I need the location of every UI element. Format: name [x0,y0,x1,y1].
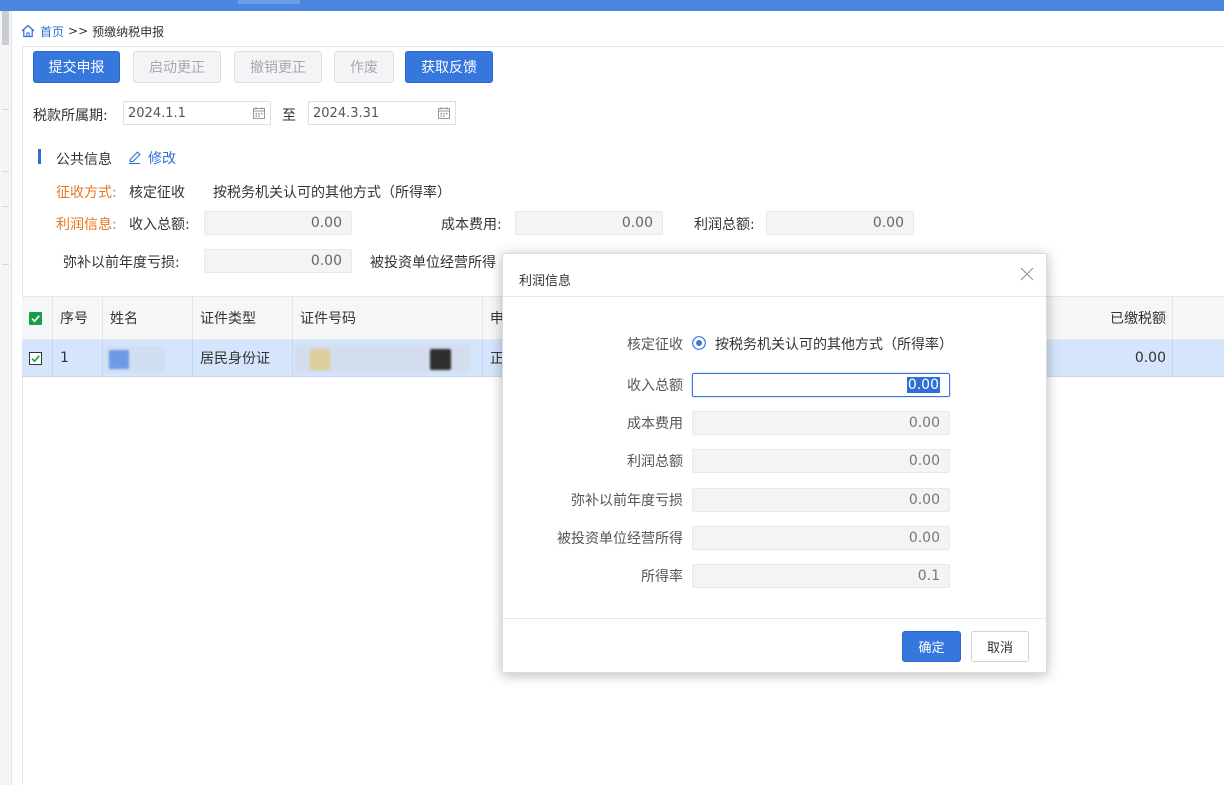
period-to-label: 至 [282,108,296,124]
dialog-income-value: 0.00 [906,377,940,393]
period-start-value: 2024.1.1 [128,105,186,121]
dialog-profit-total-field[interactable]: 0.00 [692,449,950,473]
row-seq: 1 [53,340,103,376]
start-correction-button[interactable]: 启动更正 [133,51,221,83]
header-paid-tax: 已缴税额 [1048,297,1173,339]
row-name-redacted [103,340,193,376]
edit-icon[interactable] [127,150,142,165]
home-icon[interactable] [20,23,36,39]
tax-period-label: 税款所属期: [33,108,108,124]
dialog-income-input[interactable]: 0.00 [692,373,950,397]
dialog-cost-label: 成本费用 [627,416,683,432]
header-select-all[interactable] [22,297,53,339]
investee-income-label: 被投资单位经营所得 [370,255,496,271]
income-total-label: 收入总额: [129,217,190,233]
dialog-footer-divider [503,618,1046,619]
cost-label: 成本费用: [441,217,502,233]
dialog-loss-offset-label: 弥补以前年度亏损 [571,493,683,509]
dialog-title: 利润信息 [519,274,572,289]
dialog-cost-field[interactable]: 0.00 [692,411,950,435]
dialog-investee-income-label: 被投资单位经营所得 [557,531,683,547]
row-select[interactable] [22,340,53,376]
period-end-value: 2024.3.31 [313,105,380,121]
cancel-button[interactable]: 取消 [971,631,1029,662]
left-nav-divider [2,206,9,207]
row-paid-tax: 0.00 [1048,340,1173,376]
period-end-input[interactable]: 2024.3.31 [308,101,456,125]
public-info-title: 公共信息 [56,152,112,168]
section-marker [38,149,41,164]
collection-method-value: 核定征收 [129,185,185,201]
close-icon[interactable] [1020,267,1034,281]
header-name: 姓名 [103,297,193,339]
left-nav-divider [2,264,9,265]
collection-method-detail: 按税务机关认可的其他方式（所得率） [213,185,451,201]
void-button[interactable]: 作废 [334,51,394,83]
cancel-correction-button[interactable]: 撤销更正 [234,51,322,83]
row-id-number-redacted [293,340,483,376]
row-extra [1173,340,1224,376]
confirm-button[interactable]: 确定 [902,631,961,662]
checkbox-checked-icon[interactable] [29,351,42,365]
calendar-icon[interactable] [253,107,265,119]
content-left-border [22,46,23,785]
left-nav-divider [2,109,9,110]
breadcrumb-separator: >> [68,24,89,38]
redaction-block [430,349,451,370]
redaction-block [105,346,165,373]
header-id-number: 证件号码 [293,297,483,339]
get-feedback-button[interactable]: 获取反馈 [405,51,493,83]
profit-info-label: 利润信息: [56,217,117,233]
profit-total-label: 利润总额: [694,217,755,233]
tab-stub [238,0,300,4]
redaction-block [310,349,330,370]
income-total-field[interactable]: 0.00 [204,211,352,235]
left-nav-divider [2,171,9,172]
profit-info-dialog[interactable]: 利润信息 核定征收 按税务机关认可的其他方式（所得率） 收入总额 0.00 成本… [502,253,1047,673]
radio-selected-icon[interactable] [692,336,706,350]
breadcrumb-divider [22,46,1224,47]
row-id-type: 居民身份证 [193,340,293,376]
collection-method-label: 征收方式: [56,185,117,201]
cost-field[interactable]: 0.00 [515,211,663,235]
checkbox-checked-icon[interactable] [29,311,42,325]
breadcrumb-current: 预缴纳税申报 [92,24,165,39]
edit-link[interactable]: 修改 [148,148,176,168]
loss-offset-label: 弥补以前年度亏损: [63,255,180,271]
header-extra [1173,297,1224,339]
breadcrumb: 首页 >> 预缴纳税申报 [20,22,164,40]
breadcrumb-home-link[interactable]: 首页 [40,23,64,40]
method-label: 核定征收 [627,337,683,353]
dialog-income-label: 收入总额 [627,378,683,394]
dialog-profit-total-label: 利润总额 [627,454,683,470]
header-partial: 申 [490,311,504,327]
period-start-input[interactable]: 2024.1.1 [123,101,271,125]
dialog-income-rate-label: 所得率 [641,569,683,585]
loss-offset-field[interactable]: 0.00 [204,249,352,273]
dialog-income-rate-field[interactable]: 0.1 [692,564,950,588]
left-nav-scroll-thumb[interactable] [2,11,9,45]
left-nav-strip[interactable] [0,11,12,785]
profit-total-field[interactable]: 0.00 [766,211,914,235]
header-seq: 序号 [53,297,103,339]
dialog-header-divider [503,296,1046,297]
row-partial: 正 [490,351,504,367]
dialog-loss-offset-field[interactable]: 0.00 [692,488,950,512]
method-option-label[interactable]: 按税务机关认可的其他方式（所得率） [715,334,953,354]
submit-declaration-button[interactable]: 提交申报 [33,51,120,83]
calendar-icon[interactable] [438,107,450,119]
dialog-investee-income-field[interactable]: 0.00 [692,526,950,550]
top-bar [0,0,1224,11]
header-id-type: 证件类型 [193,297,293,339]
